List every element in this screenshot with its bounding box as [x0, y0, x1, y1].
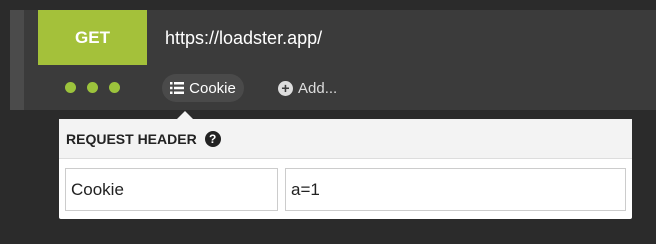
- header-name-input[interactable]: [65, 168, 278, 211]
- request-url[interactable]: https://loadster.app/: [165, 28, 322, 49]
- dot: [87, 82, 98, 93]
- header-value-input[interactable]: [285, 168, 626, 211]
- popover-header: REQUEST HEADER ?: [59, 119, 632, 159]
- add-button-label: Add...: [298, 79, 338, 97]
- dot: [65, 82, 76, 93]
- cookie-header-chip[interactable]: Cookie: [162, 74, 244, 102]
- question-circle-icon[interactable]: ?: [204, 130, 221, 147]
- drag-handle[interactable]: [10, 10, 24, 110]
- dot: [109, 82, 120, 93]
- list-icon: [170, 82, 185, 94]
- add-button[interactable]: + Add...: [278, 74, 337, 102]
- http-method-badge[interactable]: GET: [38, 10, 147, 65]
- request-step-bar: GET https://loadster.app/ Cookie + Add..…: [10, 10, 656, 110]
- more-dots-icon[interactable]: [65, 82, 120, 93]
- cookie-chip-label: Cookie: [189, 79, 236, 97]
- request-header-popover: REQUEST HEADER ?: [59, 119, 632, 219]
- popover-title: REQUEST HEADER: [66, 130, 197, 147]
- plus-circle-icon: +: [278, 80, 293, 96]
